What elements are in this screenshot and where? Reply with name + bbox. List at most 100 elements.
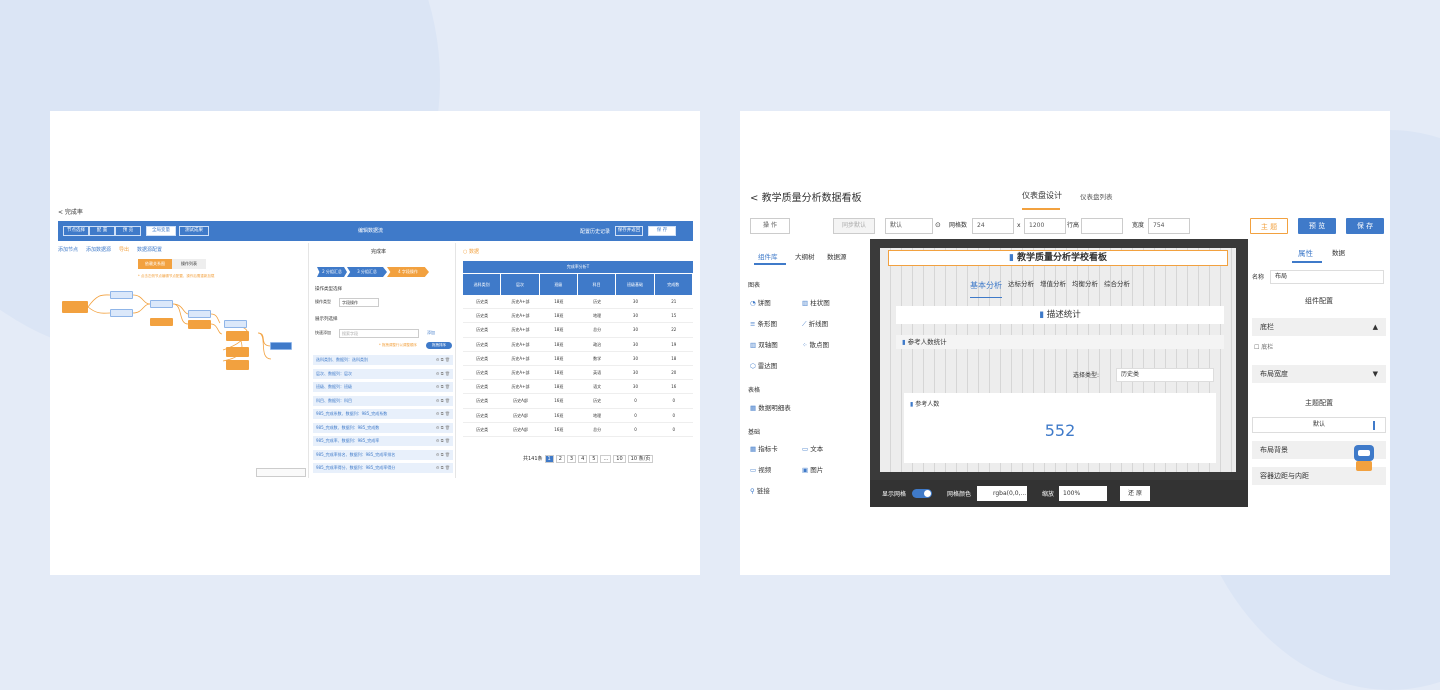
row-actions-icon[interactable]: ⚙ ⧉ 🗑 — [436, 423, 450, 433]
column-row[interactable]: 985_完成数、数据列：985_完成数 ⚙ ⧉ 🗑 — [313, 422, 453, 433]
canvas-subtab[interactable]: 增值分析 — [1040, 280, 1066, 291]
tab-props[interactable]: 属性 — [1298, 249, 1313, 258]
component-item[interactable]: ⟋ 折线图 — [802, 318, 828, 329]
metric-card[interactable]: ▮ 参考人数 552 — [904, 393, 1216, 463]
canvas-title[interactable]: ▮ 教学质量分析学校看板 — [888, 250, 1228, 266]
grid-color-input[interactable]: rgba(0,0,... — [977, 486, 1027, 501]
per-page-select[interactable]: 10 条/页 — [627, 455, 654, 463]
flow-node-active[interactable] — [270, 342, 292, 350]
canvas-subtab[interactable]: 基本分析 — [970, 281, 1002, 291]
restore-button[interactable]: 还 原 — [1120, 486, 1150, 501]
back-link[interactable]: < 完成率 — [58, 207, 83, 216]
tab-outline[interactable]: 大纲树 — [795, 251, 815, 261]
filter-select[interactable]: 历史类 — [1116, 368, 1214, 382]
flow-node[interactable] — [62, 301, 88, 313]
column-row[interactable]: 985_完成系数、数据列：985_完成系数 ⚙ ⧉ 🗑 — [313, 409, 453, 419]
page-button[interactable]: 1 — [544, 455, 554, 463]
search-input[interactable]: 搜索字段 — [339, 329, 419, 338]
theme-button[interactable]: 主 题 — [1250, 218, 1288, 234]
column-header[interactable]: 科目 — [578, 274, 617, 295]
name-input[interactable]: 布局 — [1270, 270, 1384, 284]
component-item[interactable]: ▥ 双轴图 — [750, 339, 778, 349]
save-return-button[interactable]: 保存并返回 — [615, 226, 643, 236]
column-row[interactable]: 班级、数据列：班级 ⚙ ⧉ 🗑 — [313, 382, 453, 392]
column-row[interactable]: 层次、数据列：层次 ⚙ ⧉ 🗑 — [313, 368, 453, 379]
column-header[interactable]: 完成数 — [655, 274, 693, 295]
step-item[interactable]: 2 分组汇总 — [317, 267, 347, 277]
row-actions-icon[interactable]: ⚙ ⧉ 🗑 — [436, 463, 450, 473]
test-button[interactable]: 测试成果 — [179, 226, 209, 236]
grid-input[interactable]: 24 — [972, 218, 1014, 234]
footer-checkbox[interactable]: ☐ 底栏 — [1254, 344, 1273, 351]
zoom-input[interactable]: 100% — [1059, 486, 1107, 501]
row-actions-icon[interactable]: ⚙ ⧉ 🗑 — [436, 396, 450, 406]
width2-input[interactable]: 754 — [1148, 218, 1190, 234]
history-link[interactable]: 配置历史记录 — [580, 229, 610, 235]
design-canvas[interactable]: ▮ 教学质量分析学校看板 基本分析 达标分析 增值分析 均衡分析 综合分析 ▮ 描述统计… — [870, 239, 1248, 507]
flow-node[interactable] — [150, 300, 173, 308]
component-item[interactable]: ▭ 文本 — [802, 443, 823, 453]
row-input[interactable] — [1081, 218, 1123, 234]
page-button[interactable]: 5 — [589, 455, 599, 463]
default-select[interactable]: 默认 — [885, 218, 933, 234]
step-item[interactable]: 3 分组汇总 — [347, 267, 387, 277]
column-header[interactable]: 班级 — [540, 274, 578, 295]
grid-toggle[interactable] — [912, 489, 932, 498]
minimap[interactable] — [256, 468, 306, 477]
component-item[interactable]: ▦ 指标卡 — [750, 443, 778, 453]
component-item[interactable]: ▭ 视频 — [750, 464, 771, 474]
flow-node[interactable] — [188, 310, 211, 318]
sort-toggle[interactable]: 拖拽排序 — [426, 342, 452, 349]
tab-list[interactable]: 仪表盘列表 — [1080, 191, 1113, 201]
component-item[interactable]: ⬡ 雷达图 — [750, 360, 777, 370]
flow-node[interactable] — [188, 320, 211, 329]
flow-node[interactable] — [150, 318, 173, 326]
row-actions-icon[interactable]: ⚙ ⧉ 🗑 — [436, 369, 450, 379]
component-item[interactable]: ▣ 图片 — [802, 464, 823, 474]
column-header[interactable]: 班级基础 — [616, 274, 655, 295]
component-item[interactable]: ▦ 数据明细表 — [750, 402, 791, 412]
page-button[interactable]: 2 — [555, 455, 565, 463]
op-button[interactable]: 操 作 — [750, 218, 790, 234]
flow-node[interactable] — [226, 360, 249, 370]
tab-datasource[interactable]: 数据源 — [827, 251, 847, 261]
op-select[interactable]: 字段操作 — [339, 298, 379, 307]
row-actions-icon[interactable]: ⚙ ⧉ 🗑 — [436, 450, 450, 460]
column-row[interactable]: 985_完成率、数据列：985_完成率 ⚙ ⧉ 🗑 — [313, 436, 453, 446]
column-row[interactable]: 985_完成率排名、数据列：985_完成率排名 ⚙ ⧉ 🗑 — [313, 449, 453, 460]
flow-node[interactable] — [226, 347, 249, 357]
row-actions-icon[interactable]: ⚙ ⧉ 🗑 — [436, 355, 450, 365]
width-input[interactable]: 1200 — [1024, 218, 1066, 234]
preview-button[interactable]: 预 览 — [1298, 218, 1336, 234]
row-actions-icon[interactable]: ⚙ ⧉ 🗑 — [436, 409, 450, 419]
add-link[interactable]: 添加 — [427, 330, 435, 336]
component-item[interactable]: ⚲ 链接 — [750, 485, 770, 495]
flow-node[interactable] — [226, 331, 249, 341]
save-button[interactable]: 保 存 — [648, 226, 676, 236]
page-button[interactable]: 10 — [613, 455, 626, 463]
column-row[interactable]: 科目、数据列：科目 ⚙ ⧉ 🗑 — [313, 395, 453, 406]
canvas-subtab[interactable]: 均衡分析 — [1072, 280, 1098, 291]
sync-default-button[interactable]: 同步默认 — [833, 218, 875, 234]
flow-node[interactable] — [110, 309, 133, 317]
flow-node[interactable] — [224, 320, 247, 328]
tab-components[interactable]: 组件库 — [758, 251, 778, 261]
step-item[interactable]: 4 字段操作 — [387, 267, 429, 277]
node-select-button[interactable]: 节点选择 — [63, 226, 89, 236]
column-row[interactable]: 选科类别、数据列：选科类别 ⚙ ⧉ 🗑 — [313, 355, 453, 365]
global-var-button[interactable]: 全局变量 — [146, 226, 176, 236]
back-arrow[interactable]: < — [750, 193, 758, 204]
preview-button[interactable]: 预 览 — [115, 226, 141, 236]
canvas-subtab[interactable]: 达标分析 — [1008, 280, 1034, 291]
canvas-subtab[interactable]: 综合分析 — [1104, 280, 1130, 291]
component-item[interactable]: ▥ 柱状图 — [802, 297, 830, 307]
column-header[interactable]: 选科类别 — [463, 274, 502, 295]
column-row[interactable]: 985_完成率得分、数据列：985_完成率得分 ⚙ ⧉ 🗑 — [313, 463, 453, 473]
component-item[interactable]: ⁘ 散点图 — [802, 339, 829, 349]
settings-icon[interactable]: ⊙ — [935, 221, 941, 229]
column-header[interactable]: 层次 — [501, 274, 540, 295]
page-button[interactable]: 3 — [566, 455, 577, 463]
component-item[interactable]: ◔ 饼图 — [750, 297, 771, 307]
tab-design[interactable]: 仪表盘设计 — [1022, 190, 1062, 201]
row-actions-icon[interactable]: ⚙ ⧉ 🗑 — [436, 382, 450, 392]
